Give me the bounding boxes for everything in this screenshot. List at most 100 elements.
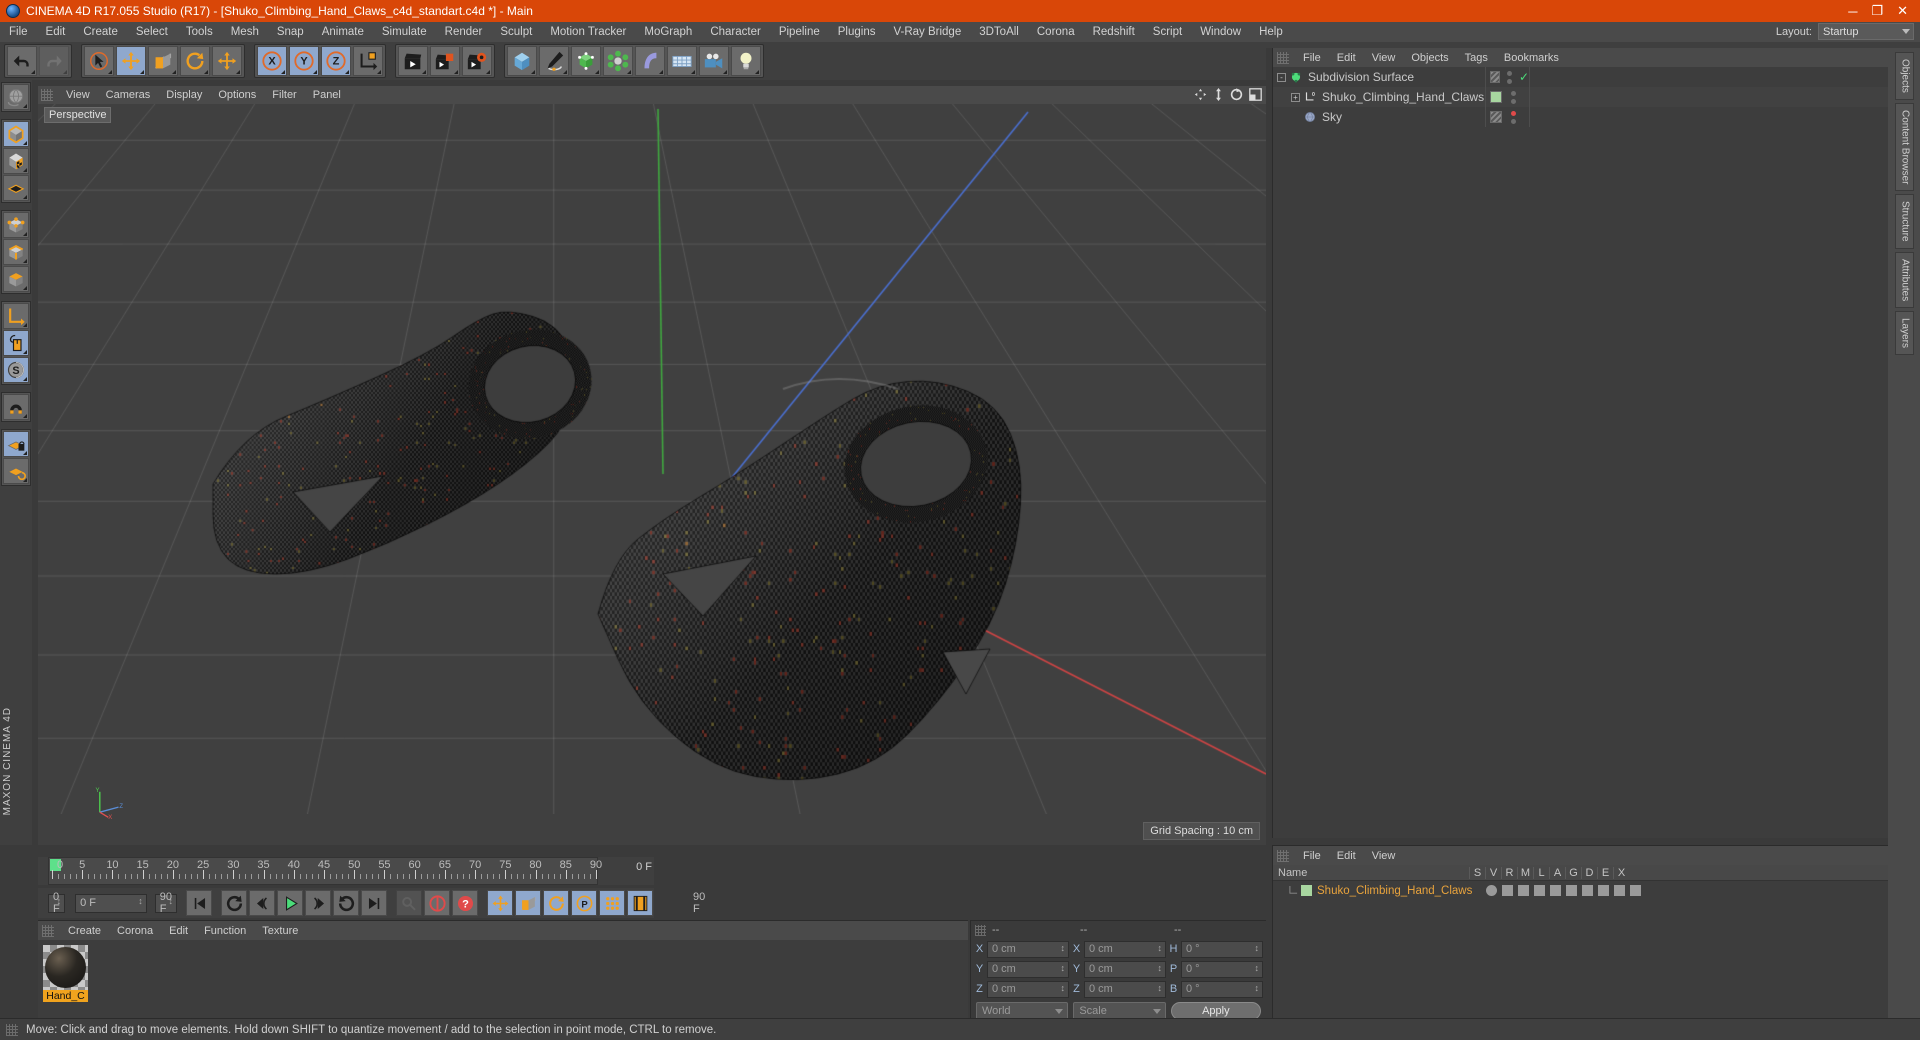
- menu-item-tools[interactable]: Tools: [177, 22, 222, 42]
- position-z-field[interactable]: 0 cm ↕: [987, 981, 1069, 998]
- panel-grip-icon[interactable]: [42, 925, 54, 937]
- selection-dot-icon[interactable]: [1486, 885, 1497, 896]
- lock-x-axis[interactable]: X: [257, 46, 287, 76]
- size-x-field[interactable]: 0 cm ↕: [1084, 941, 1166, 958]
- menu-item-character[interactable]: Character: [701, 22, 770, 42]
- live-selection-tool[interactable]: [84, 46, 114, 76]
- add-spline-button[interactable]: [539, 46, 569, 76]
- attribute-column-r[interactable]: R: [1501, 867, 1517, 879]
- render-view-button[interactable]: [398, 46, 428, 76]
- object-tag-cell[interactable]: [1485, 87, 1529, 107]
- material-menu-corona[interactable]: Corona: [109, 925, 161, 937]
- spinner-icon[interactable]: ↕: [1061, 965, 1066, 971]
- spinner-icon[interactable]: ↕: [1158, 985, 1163, 991]
- record-active-objects-button[interactable]: [396, 890, 422, 916]
- autokeying-button[interactable]: [424, 890, 450, 916]
- rotation-h-field[interactable]: 0 ° ↕: [1181, 941, 1263, 958]
- scale-tool[interactable]: [148, 46, 178, 76]
- menu-item-3dtoall[interactable]: 3DToAll: [970, 22, 1028, 42]
- close-button[interactable]: ✕: [1897, 3, 1908, 19]
- attribute-column-e[interactable]: E: [1597, 867, 1613, 879]
- object-axis-mode-button[interactable]: [3, 303, 29, 329]
- panel-grip-icon[interactable]: [1277, 52, 1289, 64]
- spinner-icon[interactable]: ↕: [169, 898, 174, 904]
- timeline-end-field[interactable]: 0 F: [636, 861, 652, 873]
- menu-item-redshift[interactable]: Redshift: [1084, 22, 1144, 42]
- object-menu-file[interactable]: File: [1295, 52, 1329, 64]
- material-menu-function[interactable]: Function: [196, 925, 254, 937]
- menu-item-help[interactable]: Help: [1250, 22, 1292, 42]
- spinner-icon[interactable]: ↕: [1061, 985, 1066, 991]
- object-tags-area[interactable]: [1529, 87, 1888, 107]
- play-button[interactable]: [277, 890, 303, 916]
- right-tab-attributes[interactable]: Attributes: [1895, 252, 1914, 308]
- pan-icon[interactable]: [1194, 88, 1207, 101]
- timeline-ruler[interactable]: 0 5 10 15 20 25 30 35 40 45 50 55 60 65 70 75 80 85 90: [48, 857, 598, 885]
- menu-item-render[interactable]: Render: [436, 22, 492, 42]
- material-menu-edit[interactable]: Edit: [161, 925, 196, 937]
- enabled-check-icon[interactable]: ✓: [1519, 70, 1529, 84]
- object-tags-area[interactable]: [1529, 107, 1888, 127]
- add-bend-button[interactable]: [635, 46, 665, 76]
- size-z-field[interactable]: 0 cm ↕: [1084, 981, 1166, 998]
- viewport-menu-cameras[interactable]: Cameras: [98, 89, 159, 101]
- minimize-button[interactable]: ─: [1848, 4, 1857, 19]
- spinner-icon[interactable]: ↕: [1158, 945, 1163, 951]
- anim-icon[interactable]: [1566, 885, 1577, 896]
- render-to-picture-viewer-button[interactable]: [430, 46, 460, 76]
- spinner-icon[interactable]: ↕: [1061, 945, 1066, 951]
- material-list[interactable]: Hand_C: [38, 940, 968, 1018]
- model-mode-button[interactable]: [3, 121, 29, 147]
- menu-item-script[interactable]: Script: [1144, 22, 1191, 42]
- menu-item-v-ray-bridge[interactable]: V-Ray Bridge: [884, 22, 970, 42]
- attribute-menu-view[interactable]: View: [1364, 850, 1404, 862]
- attribute-column-s[interactable]: S: [1469, 867, 1485, 879]
- viewport-menu-panel[interactable]: Panel: [305, 89, 349, 101]
- timeline-strip-button[interactable]: [627, 890, 653, 916]
- viewport-menu-view[interactable]: View: [58, 89, 98, 101]
- panel-grip-icon[interactable]: [1277, 850, 1289, 862]
- motion-icon[interactable]: [1534, 885, 1545, 896]
- rotate-tool[interactable]: [180, 46, 210, 76]
- menu-item-sculpt[interactable]: Sculpt: [491, 22, 541, 42]
- point-level-animation-button[interactable]: [599, 890, 625, 916]
- material-menu-texture[interactable]: Texture: [254, 925, 306, 937]
- play-forwards-button[interactable]: [333, 890, 359, 916]
- position-key-button[interactable]: [487, 890, 513, 916]
- visibility-dots[interactable]: [1506, 111, 1520, 124]
- rotation-p-field[interactable]: 0 ° ↕: [1181, 961, 1263, 978]
- menu-item-plugins[interactable]: Plugins: [829, 22, 885, 42]
- enable-axis-modification-button[interactable]: [3, 330, 29, 356]
- render-icon[interactable]: [1518, 885, 1529, 896]
- add-light-button[interactable]: [731, 46, 761, 76]
- right-tab-structure[interactable]: Structure: [1895, 194, 1914, 249]
- add-camera-button[interactable]: [699, 46, 729, 76]
- object-tag-cell[interactable]: ✓: [1485, 67, 1529, 87]
- maximize-button[interactable]: ❐: [1871, 3, 1883, 19]
- menu-item-snap[interactable]: Snap: [268, 22, 313, 42]
- menu-item-window[interactable]: Window: [1191, 22, 1250, 42]
- position-y-field[interactable]: 0 cm ↕: [987, 961, 1069, 978]
- keyframe-selection-button[interactable]: ?: [452, 890, 478, 916]
- go-to-end-button[interactable]: [361, 890, 387, 916]
- next-frame-button[interactable]: [305, 890, 331, 916]
- spinner-icon[interactable]: ↕: [57, 898, 62, 904]
- menu-item-motion-tracker[interactable]: Motion Tracker: [541, 22, 635, 42]
- object-row[interactable]: +0 Shuko_Climbing_Hand_Claws: [1273, 87, 1888, 107]
- x-icon[interactable]: [1630, 885, 1641, 896]
- rotation-b-field[interactable]: 0 ° ↕: [1181, 981, 1263, 998]
- edges-mode-button[interactable]: [3, 239, 29, 265]
- viewport-3d[interactable]: Perspective Grid Spacing : 10 cm Y Z X: [38, 104, 1266, 845]
- object-tags-area[interactable]: [1529, 67, 1888, 87]
- polygons-mode-button[interactable]: [3, 266, 29, 292]
- menu-item-edit[interactable]: Edit: [37, 22, 75, 42]
- menu-item-pipeline[interactable]: Pipeline: [770, 22, 829, 42]
- workplane-mode-button[interactable]: [3, 175, 29, 201]
- layout-dropdown[interactable]: Startup: [1818, 23, 1914, 40]
- attribute-column-name[interactable]: Name: [1273, 867, 1469, 879]
- planar-workplane-button[interactable]: [3, 458, 29, 484]
- current-frame-field[interactable]: 0 F ↕: [48, 894, 65, 913]
- add-deformer-button[interactable]: [603, 46, 633, 76]
- visible-icon[interactable]: [1502, 885, 1513, 896]
- lock-z-axis[interactable]: Z: [321, 46, 351, 76]
